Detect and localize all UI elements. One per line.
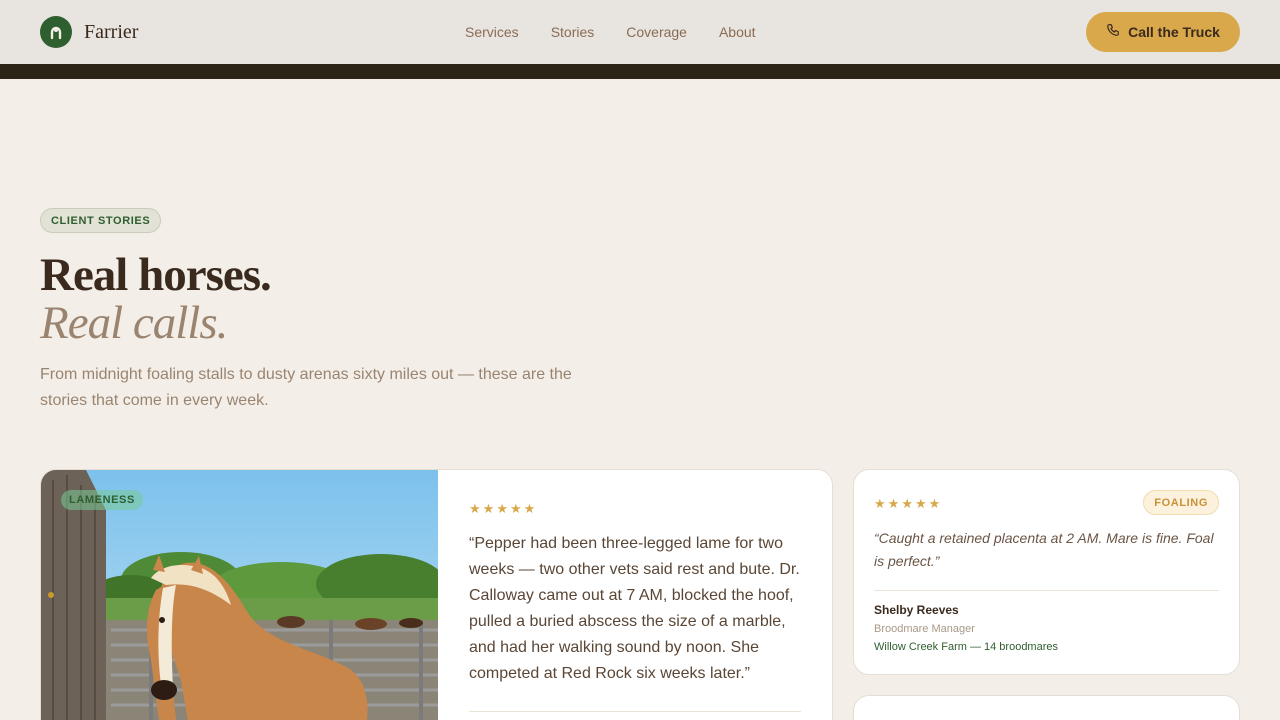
- story-tag-label: LAMENESS: [69, 494, 135, 506]
- header-divider-band: [0, 64, 1280, 79]
- page-lead: From midnight foaling stalls to dusty ar…: [40, 366, 572, 409]
- brand-name: Farrier: [84, 20, 139, 43]
- testimonial-card[interactable]: [853, 695, 1240, 720]
- star-rating: ★ ★ ★ ★ ★: [874, 497, 942, 510]
- eyebrow-label: CLIENT STORIES: [51, 214, 151, 227]
- horseshoe-icon: [40, 16, 72, 48]
- featured-story-body: ★ ★ ★ ★ ★ “Pepper had been three-legged …: [469, 502, 803, 687]
- star-icon: ★: [928, 496, 941, 511]
- author-role: Broodmare Manager: [874, 623, 975, 635]
- story-tag: LAMENESS: [61, 490, 143, 510]
- page-title: Real horses.: [40, 249, 272, 301]
- star-icon: ★: [874, 496, 886, 511]
- nav-link-coverage[interactable]: Coverage: [626, 24, 687, 40]
- nav-link-about[interactable]: About: [719, 24, 756, 40]
- testimonial-card[interactable]: ★ ★ ★ ★ ★ FOALING “Caught a retained pla…: [853, 469, 1240, 675]
- story-quote: “Pepper had been three-legged lame for t…: [469, 535, 800, 682]
- star-icon: ★: [901, 496, 913, 511]
- nav-link-stories[interactable]: Stories: [551, 24, 595, 40]
- star-icon: ★: [887, 496, 900, 511]
- cta-label: Call the Truck: [1128, 24, 1220, 40]
- page-title-italic: Real calls.: [40, 297, 228, 349]
- brand[interactable]: Farrier: [40, 16, 138, 48]
- star-rating: ★ ★ ★ ★ ★: [469, 502, 803, 515]
- story-tag-label: FOALING: [1154, 496, 1208, 509]
- call-the-truck-button[interactable]: Call the Truck: [1086, 12, 1240, 52]
- divider: [874, 590, 1219, 591]
- featured-story-card[interactable]: LAMENESS ★ ★ ★ ★ ★ “Pepper had been thre…: [40, 469, 833, 720]
- author-farm: Willow Creek Farm — 14 broodmares: [874, 641, 1058, 653]
- author-name: Shelby Reeves: [874, 603, 959, 617]
- main-nav: Services Stories Coverage About: [465, 24, 788, 40]
- divider: [469, 711, 801, 712]
- story-tag: FOALING: [1143, 490, 1219, 515]
- phone-icon: [1106, 23, 1120, 42]
- star-icon: ★: [469, 501, 481, 516]
- site-header: Farrier Services Stories Coverage About …: [0, 0, 1280, 64]
- star-icon: ★: [914, 496, 927, 511]
- star-icon: ★: [509, 501, 522, 516]
- star-icon: ★: [523, 501, 536, 516]
- star-icon: ★: [482, 501, 495, 516]
- section-eyebrow: CLIENT STORIES: [40, 208, 162, 233]
- star-icon: ★: [496, 501, 508, 516]
- testimonial-quote: “Caught a retained placenta at 2 AM. Mar…: [874, 530, 1214, 569]
- nav-link-services[interactable]: Services: [465, 24, 519, 40]
